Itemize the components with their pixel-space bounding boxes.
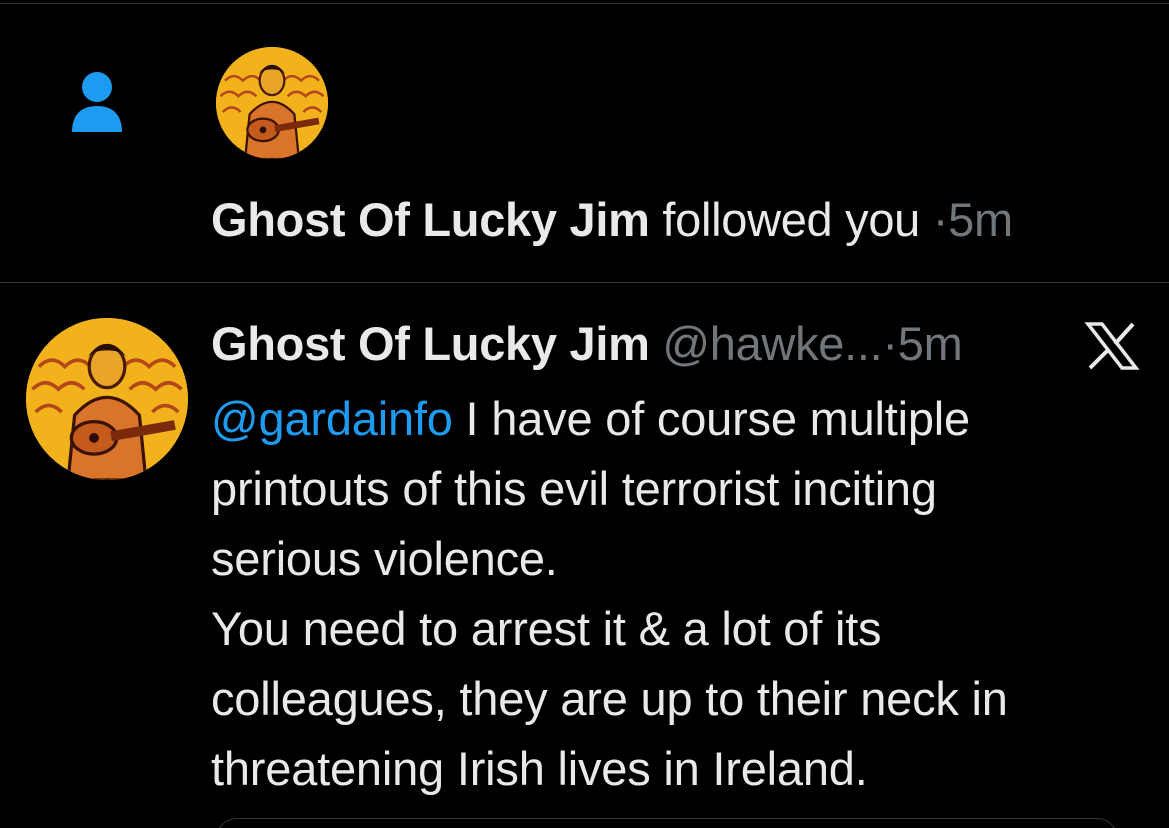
avatar-artwork-icon xyxy=(26,318,188,480)
follow-action: followed you xyxy=(662,193,921,246)
author-avatar[interactable] xyxy=(26,318,188,480)
quoted-post-card[interactable] xyxy=(216,818,1118,828)
reply-line: colleagues, they are up to their neck in xyxy=(211,672,1008,725)
notifications-page: Ghost Of Lucky Jim followed you ·5m Ghos… xyxy=(0,0,1169,828)
follower-name[interactable]: Ghost Of Lucky Jim xyxy=(211,193,650,246)
avatar-artwork-icon xyxy=(216,47,328,159)
reply-timestamp[interactable]: 5m xyxy=(898,317,963,370)
mention-link[interactable]: @gardainfo xyxy=(211,392,453,445)
reply-line: You need to arrest it & a lot of its xyxy=(211,602,882,655)
follower-avatar[interactable] xyxy=(216,47,328,159)
follow-text: Ghost Of Lucky Jim followed you ·5m xyxy=(211,188,1013,252)
reply-line: @gardainfo I have of course multiple xyxy=(211,384,1161,454)
top-divider xyxy=(0,3,1169,4)
reply-header: Ghost Of Lucky Jim @hawke...·5m xyxy=(211,312,963,376)
reply-line-text: I have of course multiple xyxy=(452,392,971,445)
reply-text: @gardainfo I have of course multiple pri… xyxy=(211,384,1161,804)
follow-timestamp: 5m xyxy=(948,193,1013,246)
reply-line: serious violence. xyxy=(211,532,558,585)
author-handle[interactable]: @hawke... xyxy=(662,317,882,370)
notification-divider xyxy=(0,282,1169,283)
time-separator: · xyxy=(932,193,949,246)
reply-line: threatening Irish lives in Ireland. xyxy=(211,742,868,795)
person-icon xyxy=(72,72,122,132)
time-separator: · xyxy=(882,317,898,370)
x-logo-icon xyxy=(1084,322,1140,370)
author-name[interactable]: Ghost Of Lucky Jim xyxy=(211,317,650,370)
reply-line: printouts of this evil terrorist incitin… xyxy=(211,462,937,515)
